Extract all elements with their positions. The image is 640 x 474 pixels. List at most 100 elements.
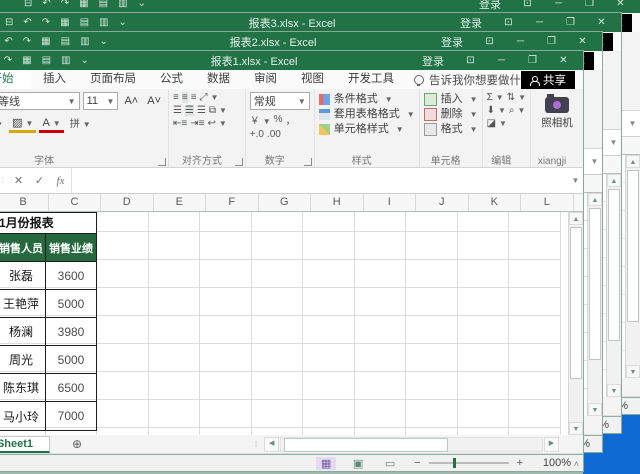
column-header-G[interactable]: G	[259, 194, 312, 211]
expand-formula-bar-icon[interactable]: ▼	[587, 157, 602, 166]
phonetic-guide-icon[interactable]: 拼▼	[67, 117, 94, 133]
page-layout-view-icon[interactable]: ▣	[348, 457, 368, 470]
find-select-icon[interactable]: ⌕▼	[509, 105, 526, 116]
table-header-cell[interactable]: 销售人员	[0, 234, 46, 262]
minimize-icon[interactable]: ─	[486, 51, 517, 70]
number-format-select[interactable]: 常规▼	[250, 92, 310, 110]
format-cells-button[interactable]: 格式▼	[424, 122, 478, 137]
zoom-slider[interactable]	[429, 462, 509, 464]
customize-qat-icon[interactable]: ⌄	[138, 0, 146, 13]
number-dialog-launcher-icon[interactable]	[304, 158, 312, 166]
alignment-dialog-launcher-icon[interactable]	[235, 158, 243, 166]
title-bar[interactable]: ⊟↶↷▦▤▥⌄ 报表3.xlsx - Excel 登录 ⊡ ─ ❐ ✕	[0, 13, 621, 32]
scroll-up-icon[interactable]: ▲	[569, 212, 583, 225]
close-icon[interactable]: ✕	[605, 0, 636, 13]
undo-icon[interactable]: ↶	[4, 32, 12, 51]
scroll-right-icon[interactable]: ▶	[544, 437, 559, 452]
vertical-scroll-thumb[interactable]	[570, 227, 582, 379]
insert-cells-button[interactable]: 插入▼	[424, 92, 478, 107]
quick-access-toolbar[interactable]: ⊟↶↷▦▤▥⌄	[0, 51, 89, 70]
tab-6[interactable]: 开发工具	[336, 70, 406, 89]
font-name-select[interactable]: 等线▼	[0, 92, 80, 110]
sign-in-button[interactable]: 登录	[468, 0, 512, 12]
vertical-scrollbar[interactable]: ▲ ▼	[606, 174, 621, 397]
accounting-format-icon[interactable]: ￥▼	[250, 112, 271, 127]
cancel-icon[interactable]: ✕	[8, 174, 29, 187]
horizontal-scrollbar[interactable]: ⁞ ◀ ▶	[255, 437, 559, 451]
font-dialog-launcher-icon[interactable]	[158, 158, 166, 166]
decrease-decimal-icon[interactable]: .00	[267, 129, 281, 140]
save-icon[interactable]: ⊟	[5, 13, 13, 32]
zoom-slider-thumb[interactable]	[453, 458, 456, 468]
cell-name[interactable]: 张磊	[0, 262, 46, 290]
tab-5[interactable]: 视图	[289, 70, 336, 89]
wrap-text-icon[interactable]: ↩▼	[207, 118, 226, 129]
column-header-F[interactable]: F	[206, 194, 259, 211]
scroll-up-icon[interactable]: ▲	[626, 155, 640, 168]
zoom-percentage[interactable]: 100%	[533, 457, 571, 469]
redo-icon[interactable]: ↷	[23, 32, 31, 51]
cell-value[interactable]: 6500	[46, 374, 96, 402]
close-icon[interactable]: ✕	[567, 32, 598, 51]
cell-name[interactable]: 周光	[0, 346, 46, 374]
align-center-icon[interactable]: ☰	[185, 105, 194, 116]
close-icon[interactable]: ✕	[548, 51, 579, 70]
conditional-formatting-button[interactable]: 条件格式▼	[319, 92, 415, 107]
redo-icon[interactable]: ↷	[4, 51, 12, 70]
vertical-scrollbar[interactable]: ▲ ▼	[568, 212, 583, 435]
enter-icon[interactable]: ✓	[29, 174, 50, 187]
cell-name[interactable]: 王艳萍	[0, 290, 46, 318]
align-top-icon[interactable]: ≡	[173, 92, 179, 103]
minimize-icon[interactable]: ─	[505, 32, 536, 51]
fill-color-icon[interactable]: ▨▼	[9, 117, 36, 133]
fill-icon[interactable]: ⬇▼	[487, 105, 506, 116]
horizontal-scroll-thumb[interactable]	[284, 438, 448, 452]
print-preview-icon[interactable]: ▥	[80, 32, 89, 51]
restore-icon[interactable]: ❐	[517, 51, 548, 70]
scroll-up-icon[interactable]: ▲	[588, 193, 602, 206]
scroll-up-icon[interactable]: ▲	[607, 174, 621, 187]
redo-icon[interactable]: ↷	[42, 13, 50, 32]
zoom-in-icon[interactable]: +	[517, 457, 523, 469]
undo-icon[interactable]: ↶	[23, 13, 31, 32]
tab-splitter-icon[interactable]: ⁞	[255, 440, 258, 449]
restore-icon[interactable]: ❐	[536, 32, 567, 51]
clear-icon[interactable]: ◪▼	[487, 118, 507, 129]
vertical-scroll-thumb[interactable]	[589, 208, 601, 360]
undo-icon[interactable]: ↶	[42, 0, 50, 13]
vertical-scrollbar[interactable]: ▲ ▼	[587, 193, 602, 416]
tab-4[interactable]: 审阅	[242, 70, 289, 89]
tab-home[interactable]: 开始	[0, 70, 31, 89]
column-header-K[interactable]: K	[469, 194, 522, 211]
sort-filter-icon[interactable]: ⇅▼	[507, 92, 526, 103]
cell-value[interactable]: 5000	[46, 290, 96, 318]
column-header-D[interactable]: D	[101, 194, 154, 211]
cell-value[interactable]: 5000	[46, 346, 96, 374]
decrease-indent-icon[interactable]: ⇤≡	[173, 118, 187, 129]
save-icon[interactable]: ⊟	[24, 0, 32, 13]
cell-name[interactable]: 杨澜	[0, 318, 46, 346]
orientation-icon[interactable]: ⤢▼	[200, 92, 219, 103]
scroll-down-icon[interactable]: ▼	[626, 365, 640, 378]
expand-formula-bar-icon[interactable]: ▼	[568, 176, 583, 185]
share-button[interactable]: 共享	[521, 71, 575, 89]
ribbon-display-options-icon[interactable]: ⊡	[512, 0, 543, 13]
cell-value[interactable]: 3980	[46, 318, 96, 346]
align-bottom-icon[interactable]: ≡	[191, 92, 197, 103]
table-style-icon[interactable]: ▦	[60, 13, 69, 32]
form-icon[interactable]: ▤	[42, 51, 51, 70]
normal-view-icon[interactable]: ▦	[316, 457, 336, 470]
cell-name[interactable]: 陈东琪	[0, 374, 46, 402]
quick-access-toolbar[interactable]: ⊟↶↷▦▤▥⌄	[5, 13, 127, 32]
expand-formula-bar-icon[interactable]: ▼	[625, 119, 640, 128]
tab-1[interactable]: 页面布局	[78, 70, 148, 89]
tab-3[interactable]: 数据	[195, 70, 242, 89]
form-icon[interactable]: ▤	[61, 32, 70, 51]
vertical-scroll-thumb[interactable]	[608, 189, 620, 341]
scroll-down-icon[interactable]: ▼	[569, 422, 583, 435]
customize-qat-icon[interactable]: ⌄	[81, 51, 89, 70]
customize-qat-icon[interactable]: ⌄	[100, 32, 108, 51]
decrease-font-icon[interactable]: A˅	[144, 93, 164, 109]
zoom-out-icon[interactable]: −	[414, 457, 420, 469]
column-header-B[interactable]: B	[0, 194, 49, 211]
